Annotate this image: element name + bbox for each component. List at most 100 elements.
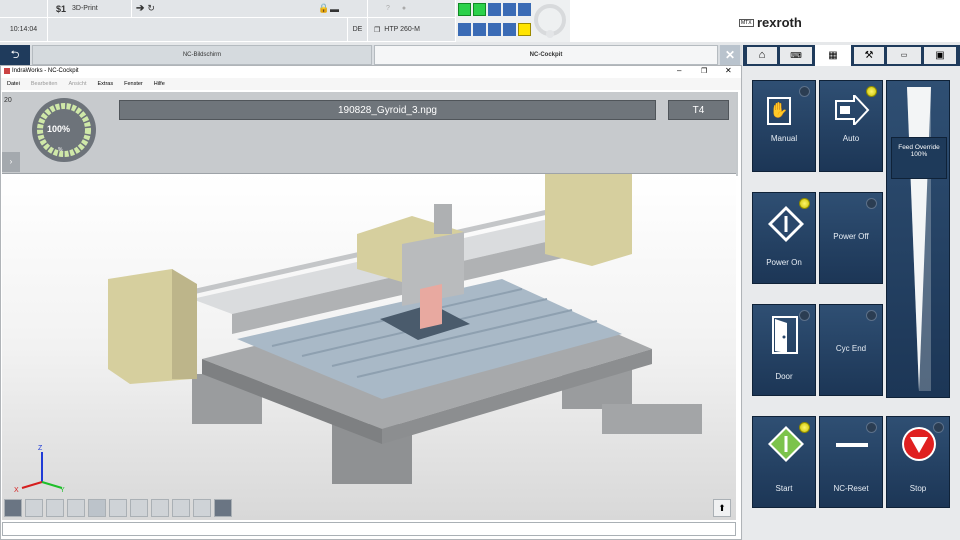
display-icon[interactable]: ▭: [887, 47, 921, 64]
status-message: [48, 18, 348, 42]
power-on-button[interactable]: Power On: [752, 192, 816, 284]
view-top-icon[interactable]: [46, 499, 64, 517]
maximize-icon[interactable]: ❐: [701, 67, 707, 75]
cyc-end-button[interactable]: Cyc End: [819, 304, 883, 396]
machine-name: HTP 260-M: [384, 26, 420, 33]
auto-button[interactable]: Auto: [819, 80, 883, 172]
layers-icon[interactable]: [130, 499, 148, 517]
start-button[interactable]: Start: [752, 416, 816, 508]
menu-ansicht[interactable]: Ansicht: [68, 81, 86, 87]
manual-label: Manual: [770, 134, 798, 143]
keyboard-icon[interactable]: ⌨: [780, 47, 812, 64]
indicator-6: [458, 23, 471, 36]
gauge-value: 100%: [47, 124, 71, 134]
tool-path-icon[interactable]: [109, 499, 127, 517]
auto-label: Auto: [842, 134, 860, 143]
program-cell[interactable]: $1 3D-Print: [48, 0, 132, 18]
manual-button[interactable]: ✋ Manual: [752, 80, 816, 172]
power-on-icon: [768, 206, 804, 242]
user-icon[interactable]: ●: [402, 5, 406, 12]
layout-icon[interactable]: ▣: [924, 47, 956, 64]
machine-view-icon[interactable]: [88, 499, 106, 517]
hand-icon: ✋: [767, 97, 791, 125]
help-user-cell: ? ●: [368, 0, 456, 18]
cycle-icon: ↻: [147, 3, 155, 13]
door-button[interactable]: Door: [752, 304, 816, 396]
nc-reset-button[interactable]: NC-Reset: [819, 416, 883, 508]
feed-override-knob[interactable]: Feed Override 100%: [891, 137, 947, 179]
window-close-icon[interactable]: ✕: [725, 66, 732, 75]
tab-nc-bildschirm[interactable]: NC-Bildschirm: [32, 45, 372, 65]
scroll-up-icon[interactable]: ⬆: [713, 499, 731, 517]
time: 10:14:04: [0, 18, 48, 42]
program-name: 3D-Print: [72, 5, 98, 12]
override-dial-icon: [534, 4, 566, 38]
measure-icon[interactable]: [193, 499, 211, 517]
svg-text:Z: Z: [38, 445, 43, 452]
menu-bearbeiten[interactable]: Bearbeiten: [31, 81, 58, 87]
help-icon[interactable]: ?: [386, 5, 390, 12]
menu-fenster[interactable]: Fenster: [124, 81, 143, 87]
ready-indicator: [458, 3, 471, 16]
indicator-7: [473, 23, 486, 36]
manual-led: [799, 86, 810, 97]
menu-extras[interactable]: Extras: [98, 81, 114, 87]
record-icon[interactable]: [172, 499, 190, 517]
door-label: Door: [775, 372, 793, 381]
power-off-led: [866, 198, 877, 209]
view-iso-icon[interactable]: [4, 499, 22, 517]
door-led: [799, 310, 810, 321]
expand-panel-icon[interactable]: ›: [2, 152, 20, 172]
indicator-4: [503, 3, 516, 16]
view-front-icon[interactable]: [25, 499, 43, 517]
stop-button[interactable]: Stop: [886, 416, 950, 508]
feed-override-slider[interactable]: Feed Override 100%: [886, 80, 950, 398]
power-on-label: Power On: [766, 258, 802, 267]
start-icon: [768, 426, 804, 462]
home-icon[interactable]: ⌂: [747, 47, 777, 64]
reset-icon: [836, 443, 868, 447]
tools-icon[interactable]: ⚒: [854, 47, 884, 64]
svg-text:X: X: [14, 487, 19, 494]
gauge-number: 20: [4, 97, 12, 104]
auto-mode-icon: ➔: [136, 3, 145, 14]
gauge-unit: %: [58, 147, 63, 153]
stop-icon: [902, 427, 936, 461]
back-icon[interactable]: ⮌: [0, 45, 30, 65]
power-off-label: Power Off: [833, 232, 869, 241]
indicator-5: [518, 3, 531, 16]
machine-3d-view[interactable]: Z X Y: [2, 159, 736, 520]
tab-nc-cockpit[interactable]: NC-Cockpit: [374, 45, 718, 65]
start-label: Start: [775, 484, 793, 493]
window-title: IndraWorks - NC-Cockpit: [12, 68, 79, 74]
message-line: [2, 522, 736, 536]
panel-nav: ⌂ ⌨ ▦ ⚒ ▭ ▣: [743, 45, 960, 66]
language[interactable]: DE: [348, 18, 368, 42]
transparency-icon[interactable]: [151, 499, 169, 517]
machine-icon: ❐: [374, 26, 381, 34]
view-side-icon[interactable]: [67, 499, 85, 517]
feed-override-value: 100%: [910, 151, 928, 158]
svg-text:Y: Y: [60, 487, 65, 494]
door-icon: [772, 316, 798, 354]
feed-track: [907, 87, 931, 391]
menu-hilfe[interactable]: Hilfe: [154, 81, 165, 87]
cyc-end-led: [866, 310, 877, 321]
stop-label: Stop: [909, 484, 927, 493]
machine-panel-icon[interactable]: ▦: [815, 45, 851, 66]
minimize-icon[interactable]: –: [677, 66, 681, 75]
nc-reset-led: [866, 422, 877, 433]
feed-override-label: Feed Override: [898, 144, 940, 151]
power-off-button[interactable]: Power Off: [819, 192, 883, 284]
camera-icon[interactable]: [214, 499, 232, 517]
brand-logo: rexroth: [757, 15, 802, 30]
program-file-label: 190828_Gyroid_3.npg: [119, 100, 656, 120]
cyc-end-label: Cyc End: [835, 344, 867, 353]
menu-datei[interactable]: Datei: [7, 81, 20, 87]
tool-label: T4: [668, 100, 729, 120]
close-icon[interactable]: ✕: [720, 45, 740, 65]
indicator-8: [488, 23, 501, 36]
key-icon: ▬: [330, 3, 339, 14]
indicator-9: [503, 23, 516, 36]
screen-tabs: ⮌ NC-Bildschirm NC-Cockpit ✕: [0, 45, 742, 65]
